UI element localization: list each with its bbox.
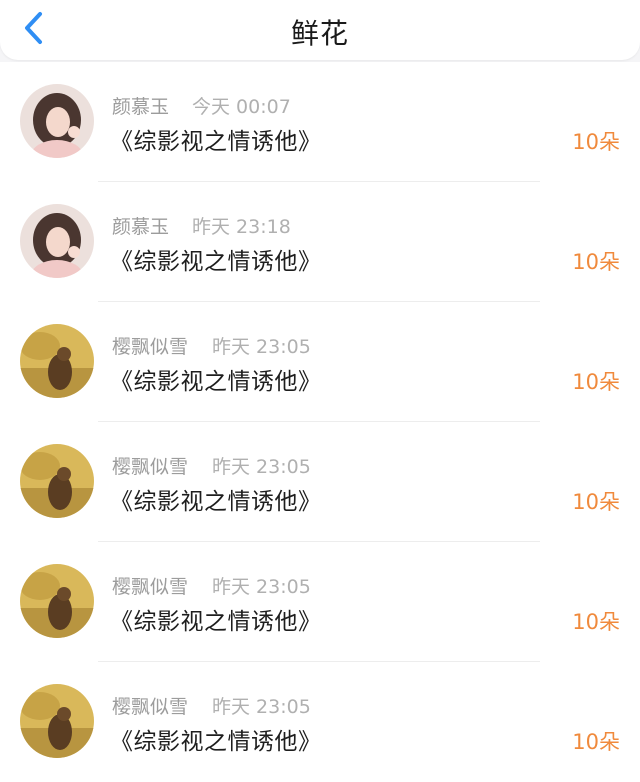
- list-item[interactable]: 颜慕玉 昨天 23:18 《综影视之情诱他》 10朵: [0, 182, 640, 302]
- book-title[interactable]: 《综影视之情诱他》: [110, 482, 322, 516]
- top-bar: 鲜花: [0, 0, 640, 60]
- sender-name: 樱飘似雪: [112, 576, 189, 598]
- list-item[interactable]: 樱飘似雪 昨天 23:05 《综影视之情诱他》 10朵: [0, 302, 640, 422]
- scenery-avatar-image: [20, 324, 94, 398]
- scenery-avatar-image: [20, 564, 94, 638]
- scenery-avatar-image: [20, 684, 94, 758]
- list-item[interactable]: 颜慕玉 今天 00:07 《综影视之情诱他》 10朵: [0, 62, 640, 182]
- flower-amount: 10朵: [572, 250, 620, 274]
- list-item[interactable]: 樱飘似雪 昨天 23:05 《综影视之情诱他》 10朵: [0, 542, 640, 662]
- timestamp: 今天 00:07: [192, 96, 291, 118]
- flower-amount: 10朵: [572, 610, 620, 634]
- book-title[interactable]: 《综影视之情诱他》: [110, 242, 322, 276]
- list-item[interactable]: 樱飘似雪 昨天 23:05 《综影视之情诱他》 10朵: [0, 422, 640, 542]
- sender-name: 樱飘似雪: [112, 456, 189, 478]
- scenery-avatar-image: [20, 444, 94, 518]
- avatar[interactable]: [20, 564, 94, 638]
- sender-name: 樱飘似雪: [112, 696, 189, 718]
- flower-amount: 10朵: [572, 130, 620, 154]
- timestamp: 昨天 23:18: [192, 216, 291, 238]
- avatar[interactable]: [20, 684, 94, 758]
- book-title[interactable]: 《综影视之情诱他》: [110, 122, 322, 156]
- sender-name: 颜慕玉: [112, 96, 170, 118]
- portrait-avatar-image: [20, 84, 94, 158]
- timestamp: 昨天 23:05: [212, 336, 311, 358]
- book-title[interactable]: 《综影视之情诱他》: [110, 602, 322, 636]
- book-title[interactable]: 《综影视之情诱他》: [110, 362, 322, 396]
- avatar[interactable]: [20, 84, 94, 158]
- portrait-avatar-image: [20, 204, 94, 278]
- timestamp: 昨天 23:05: [212, 456, 311, 478]
- timestamp: 昨天 23:05: [212, 576, 311, 598]
- book-title[interactable]: 《综影视之情诱他》: [110, 722, 322, 756]
- page-title: 鲜花: [290, 17, 349, 50]
- avatar[interactable]: [20, 204, 94, 278]
- flower-amount: 10朵: [572, 370, 620, 394]
- avatar[interactable]: [20, 324, 94, 398]
- flower-amount: 10朵: [572, 490, 620, 514]
- flower-list: 颜慕玉 今天 00:07 《综影视之情诱他》 10朵 颜慕玉 昨天 23:18 …: [0, 62, 640, 782]
- avatar[interactable]: [20, 444, 94, 518]
- sender-name: 颜慕玉: [112, 216, 170, 238]
- flower-amount: 10朵: [572, 730, 620, 754]
- list-item[interactable]: 樱飘似雪 昨天 23:05 《综影视之情诱他》 10朵: [0, 662, 640, 782]
- sender-name: 樱飘似雪: [112, 336, 189, 358]
- timestamp: 昨天 23:05: [212, 696, 311, 718]
